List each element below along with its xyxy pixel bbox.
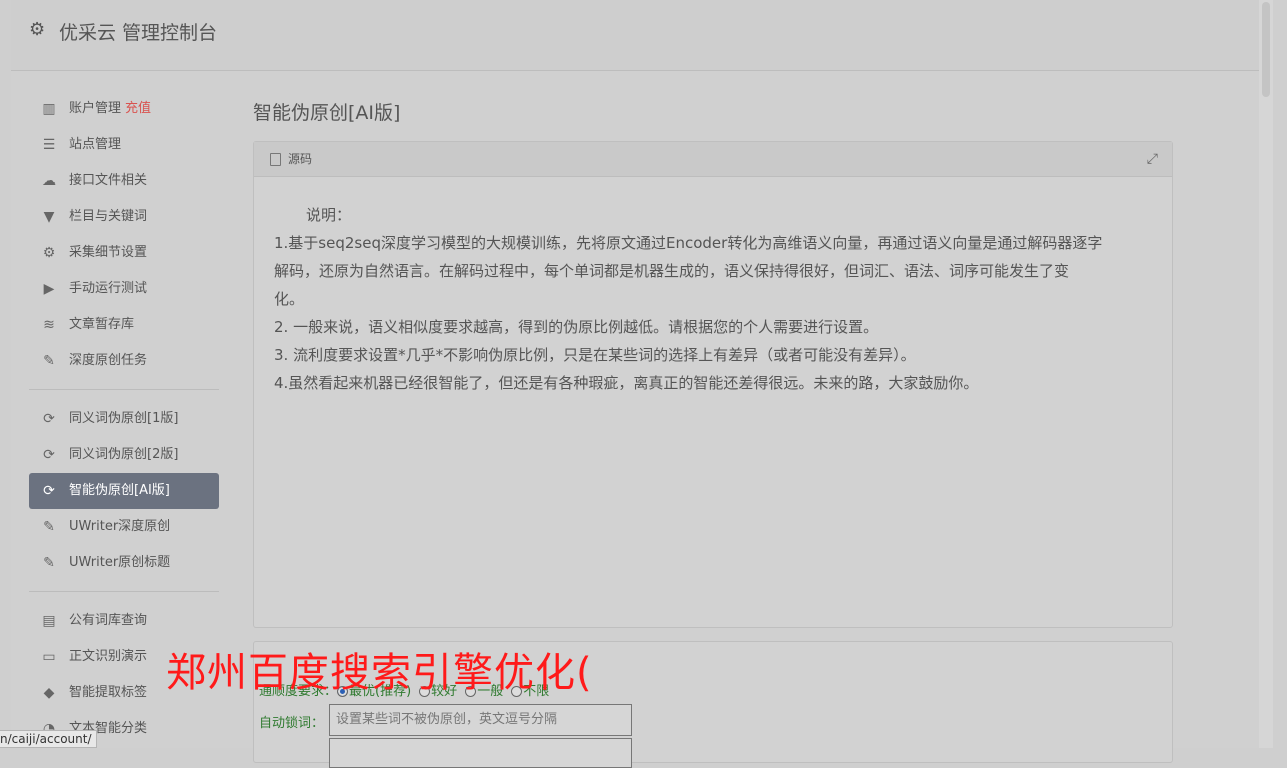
status-bar-url: n/caiji/account/ bbox=[0, 730, 97, 748]
sidebar-item-uwriter-title[interactable]: ✎ UWriter原创标题 bbox=[29, 545, 219, 581]
sidebar-item-account[interactable]: ▥ 账户管理 充值 bbox=[29, 91, 219, 127]
play-icon: ▶ bbox=[43, 281, 55, 297]
sidebar-divider bbox=[29, 389, 219, 390]
description-intro: 说明： bbox=[306, 206, 352, 224]
sidebar-item-label: 接口文件相关 bbox=[69, 173, 148, 188]
sidebar-item-label: 同义词伪原创[1版] bbox=[69, 411, 179, 426]
sidebar-item-label: 公有词库查询 bbox=[69, 613, 148, 628]
sidebar-item-manual-run[interactable]: ▶ 手动运行测试 bbox=[29, 271, 219, 307]
refresh-icon: ⟳ bbox=[43, 447, 55, 463]
description-line: 2. 一般来说，语义相似度要求越高，得到的伪原比例越低。请根据您的个人需要进行设… bbox=[274, 318, 879, 336]
sidebar-item-ai-rewrite[interactable]: ⟳ 智能伪原创[AI版] bbox=[29, 473, 219, 509]
description-line: 1.基于seq2seq深度学习模型的大规模训练，先将原文通过Encoder转化为… bbox=[274, 234, 1103, 252]
description-line: 3. 流利度要求设置*几乎*不影响伪原比例，只是在某些词的选择上有差异（或者可能… bbox=[274, 346, 916, 364]
server-icon: ☰ bbox=[42, 137, 56, 153]
sidebar-item-label: 文章暂存库 bbox=[69, 317, 135, 332]
main-content: 智能伪原创[AI版] 源码 ⤢ 说明： 1.基于seq2seq深度学习模型的大规… bbox=[253, 95, 1173, 768]
page-title: 智能伪原创[AI版] bbox=[253, 102, 401, 124]
refresh-icon: ⟳ bbox=[43, 411, 55, 427]
sidebar-group-1: ▥ 账户管理 充值 ☰ 站点管理 ☁ 接口文件相关 ▼ 栏目与关键词 ⚙ 采集细节设置 ▶ 手… bbox=[29, 91, 219, 379]
description-line: 化。 bbox=[274, 290, 305, 308]
sidebar-item-label: 深度原创任务 bbox=[69, 353, 148, 368]
edit-icon: ✎ bbox=[43, 519, 55, 535]
edit-icon: ✎ bbox=[43, 555, 55, 571]
overlay-watermark-text: 郑州百度搜索引擎优化( bbox=[166, 650, 593, 696]
panel-body: 说明： 1.基于seq2seq深度学习模型的大规模训练，先将原文通过Encode… bbox=[254, 177, 1172, 397]
sidebar-item-label: 账户管理 bbox=[69, 101, 122, 116]
sidebar-item-label: 智能伪原创[AI版] bbox=[69, 483, 170, 498]
app-title: 优采云 管理控制台 bbox=[59, 22, 218, 44]
sidebar-item-label: 栏目与关键词 bbox=[69, 209, 148, 224]
sidebar-item-synonym-v1[interactable]: ⟳ 同义词伪原创[1版] bbox=[29, 401, 219, 437]
sidebar-item-label: 同义词伪原创[2版] bbox=[69, 447, 179, 462]
sidebar-item-article-store[interactable]: ≋ 文章暂存库 bbox=[29, 307, 219, 343]
sidebar-item-label: UWriter深度原创 bbox=[69, 519, 171, 534]
sidebar-group-2: ⟳ 同义词伪原创[1版] ⟳ 同义词伪原创[2版] ⟳ 智能伪原创[AI版] ✎ UWr… bbox=[29, 401, 219, 581]
refresh-icon: ⟳ bbox=[43, 483, 55, 499]
sidebar-item-uwriter-deep[interactable]: ✎ UWriter深度原创 bbox=[29, 509, 219, 545]
sidebar-item-columns-keywords[interactable]: ▼ 栏目与关键词 bbox=[29, 199, 219, 235]
page-scrollbar[interactable] bbox=[1259, 0, 1273, 748]
description-line: 解码，还原为自然语言。在解码过程中，每个单词都是机器生成的，语义保持得很好，但词… bbox=[274, 262, 1070, 280]
cloud-upload-icon: ☁ bbox=[42, 173, 56, 189]
sidebar-item-label: 手动运行测试 bbox=[69, 281, 148, 296]
file-code-icon bbox=[270, 153, 281, 166]
sidebar-item-collect-settings[interactable]: ⚙ 采集细节设置 bbox=[29, 235, 219, 271]
scrollbar-thumb[interactable] bbox=[1262, 2, 1270, 97]
bar-chart-icon: ▥ bbox=[42, 101, 56, 117]
sidebar-item-label: 智能提取标签 bbox=[69, 685, 148, 700]
secondary-input[interactable] bbox=[329, 738, 632, 768]
lock-words-input[interactable]: 设置某些词不被伪原创，英文逗号分隔 bbox=[329, 704, 632, 736]
filter-icon: ▼ bbox=[43, 209, 55, 225]
expand-icon[interactable]: ⤢ bbox=[1147, 151, 1158, 167]
edit-icon: ✎ bbox=[43, 353, 55, 369]
sidebar-item-label: 站点管理 bbox=[69, 137, 122, 152]
sidebar-divider bbox=[29, 591, 219, 592]
monitor-icon: ▭ bbox=[42, 649, 56, 665]
sidebar-item-public-lexicon[interactable]: ▤ 公有词库查询 bbox=[29, 603, 219, 639]
gear-icon: ⚙ bbox=[29, 19, 46, 40]
gears-icon: ⚙ bbox=[42, 245, 56, 261]
tag-icon: ◆ bbox=[43, 685, 55, 701]
sidebar-item-interface-files[interactable]: ☁ 接口文件相关 bbox=[29, 163, 219, 199]
description-line: 4.虽然看起来机器已经很智能了，但还是有各种瑕疵，离真正的智能还差得很远。未来的… bbox=[274, 374, 979, 392]
page: ⚙ 优采云 管理控制台 ▥ 账户管理 充值 ☰ 站点管理 ☁ 接口文件相关 ▼ 栏目与关键… bbox=[11, 0, 1273, 768]
header-bar: ⚙ 优采云 管理控制台 bbox=[11, 0, 1273, 71]
panel-heading: 源码 ⤢ bbox=[254, 142, 1172, 177]
panel-heading-label: 源码 bbox=[288, 152, 313, 166]
sidebar-item-label: 正文识别演示 bbox=[69, 649, 148, 664]
sidebar-item-label: UWriter原创标题 bbox=[69, 555, 171, 570]
source-panel: 源码 ⤢ 说明： 1.基于seq2seq深度学习模型的大规模训练，先将原文通过E… bbox=[253, 141, 1173, 628]
sidebar-item-synonym-v2[interactable]: ⟳ 同义词伪原创[2版] bbox=[29, 437, 219, 473]
sidebar-item-deep-original[interactable]: ✎ 深度原创任务 bbox=[29, 343, 219, 379]
database-icon: ≋ bbox=[43, 317, 55, 333]
lock-words-label: 自动锁词： bbox=[259, 716, 325, 731]
recharge-link[interactable]: 充值 bbox=[125, 101, 151, 116]
book-icon: ▤ bbox=[42, 613, 56, 629]
sidebar-item-label: 采集细节设置 bbox=[69, 245, 148, 260]
sidebar-item-sites[interactable]: ☰ 站点管理 bbox=[29, 127, 219, 163]
